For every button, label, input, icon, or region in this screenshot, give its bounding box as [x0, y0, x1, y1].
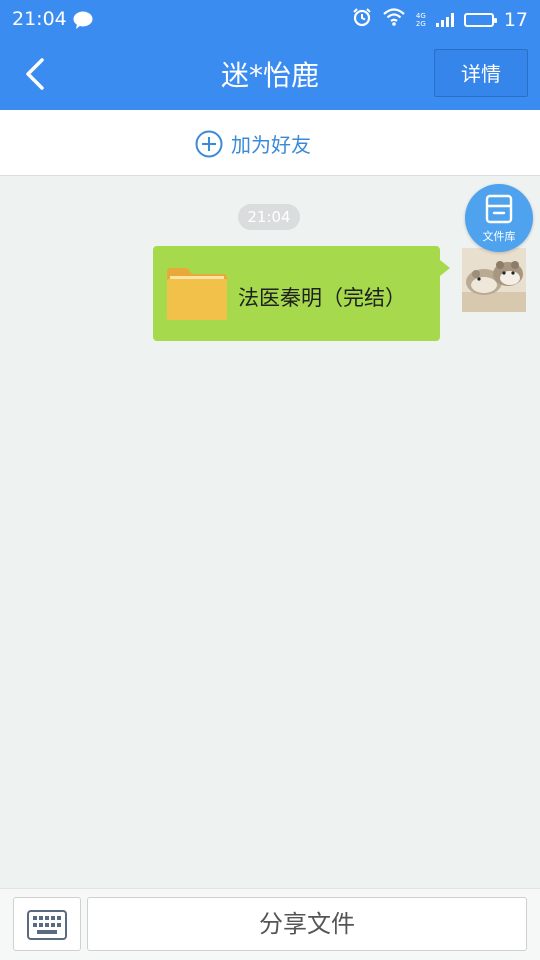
- battery-level: 17: [503, 8, 528, 31]
- keyboard-toggle-button[interactable]: [13, 897, 81, 951]
- file-name: 法医秦明（完结）: [238, 286, 406, 310]
- status-bar: 21:04 4G 2G 17: [0, 0, 540, 38]
- message-timestamp: 21:04: [238, 204, 300, 230]
- share-file-button[interactable]: 分享文件: [87, 897, 527, 951]
- keyboard-icon: [27, 910, 67, 940]
- signal-icon: [435, 12, 454, 27]
- wifi-icon: [382, 7, 406, 32]
- file-message-bubble[interactable]: 法医秦明（完结）: [153, 246, 450, 341]
- avatar[interactable]: [462, 248, 526, 312]
- network-4g-label: 4G: [415, 11, 426, 20]
- network-type: 4G 2G: [416, 12, 426, 28]
- folder-icon: [167, 268, 227, 320]
- add-friend-bar: 加为好友: [0, 110, 540, 176]
- bottom-bar: 分享文件: [0, 888, 540, 960]
- file-library-button[interactable]: 文件库: [465, 184, 533, 252]
- alarm-icon: [352, 7, 372, 32]
- battery-icon: [463, 12, 497, 27]
- details-button[interactable]: 详情: [434, 49, 528, 97]
- chat-header: 迷*怡鹿 详情: [0, 38, 540, 110]
- status-indicators: 4G 2G 17: [352, 7, 528, 32]
- file-box-icon: [485, 194, 513, 224]
- plus-circle-icon: [195, 130, 223, 157]
- file-library-label: 文件库: [482, 230, 516, 243]
- add-friend-label: 加为好友: [231, 133, 311, 157]
- chat-notification-icon: [73, 11, 93, 33]
- hamster-avatar-image: [462, 248, 526, 312]
- status-time: 21:04: [12, 8, 67, 30]
- network-2g-label: 2G: [415, 19, 426, 28]
- add-friend-button[interactable]: 加为好友: [195, 129, 311, 158]
